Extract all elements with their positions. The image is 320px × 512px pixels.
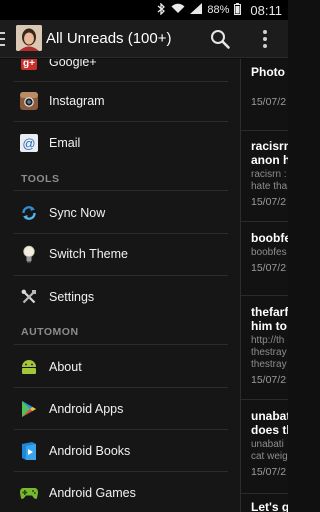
gamepad-icon bbox=[20, 484, 38, 502]
drawer-item-google-plus[interactable]: g+ Google+ bbox=[14, 59, 228, 81]
drawer-item-android-games[interactable]: Android Games bbox=[14, 474, 228, 512]
status-bar: 88% 08:11 bbox=[0, 0, 288, 20]
divider bbox=[14, 471, 228, 472]
article-snippet: http://th bbox=[251, 335, 285, 346]
drawer-toggle-icon[interactable] bbox=[0, 32, 5, 46]
drawer-item-switch-theme[interactable]: Switch Theme bbox=[14, 235, 228, 273]
drawer-item-label: Settings bbox=[49, 290, 95, 304]
clock: 08:11 bbox=[250, 2, 282, 18]
instagram-icon bbox=[20, 92, 38, 110]
tools-icon bbox=[20, 288, 38, 306]
divider bbox=[241, 221, 288, 222]
sync-icon bbox=[20, 204, 38, 222]
article-card[interactable]: racisrn anon h racisrn : hate tha 15/07/… bbox=[251, 139, 288, 208]
article-snippet: hate tha bbox=[251, 181, 288, 192]
overflow-menu-icon[interactable] bbox=[262, 30, 268, 48]
drawer-item-label: Android Apps bbox=[49, 402, 124, 416]
drawer-item-instagram[interactable]: Instagram bbox=[14, 82, 228, 120]
divider bbox=[14, 121, 228, 122]
play-store-icon bbox=[20, 400, 38, 418]
divider bbox=[14, 190, 228, 191]
article-title: does th bbox=[251, 423, 288, 437]
drawer-item-sync-now[interactable]: Sync Now bbox=[14, 194, 228, 232]
divider bbox=[241, 399, 288, 400]
avatar[interactable] bbox=[16, 25, 42, 51]
divider bbox=[241, 295, 288, 296]
divider bbox=[241, 493, 288, 494]
lightbulb-icon bbox=[20, 245, 38, 263]
article-title: boobfe bbox=[251, 231, 288, 245]
article-card[interactable]: Photo 15/07/2 bbox=[251, 65, 288, 108]
drawer-item-label: About bbox=[49, 360, 82, 374]
signal-icon bbox=[190, 3, 203, 17]
drawer-item-about[interactable]: About bbox=[14, 348, 228, 386]
svg-text:g+: g+ bbox=[23, 59, 35, 69]
drawer-item-label: Switch Theme bbox=[49, 247, 128, 261]
article-snippet: thestray bbox=[251, 347, 287, 358]
email-icon: @ bbox=[20, 134, 38, 152]
article-snippet: cat weig bbox=[251, 451, 288, 462]
divider bbox=[14, 233, 228, 234]
article-date: 15/07/2 bbox=[251, 262, 287, 274]
page-title: All Unreads (100+) bbox=[46, 30, 172, 47]
article-card[interactable]: unabat does th unabati cat weig 15/07/2 bbox=[251, 409, 288, 478]
article-date: 15/07/2 bbox=[251, 96, 287, 108]
article-title: Photo bbox=[251, 65, 285, 79]
divider bbox=[14, 344, 228, 345]
drawer-item-label: Sync Now bbox=[49, 206, 106, 220]
google-plus-icon: g+ bbox=[20, 59, 38, 71]
article-date: 15/07/2 bbox=[251, 374, 287, 386]
section-header-tools: TOOLS bbox=[21, 173, 60, 185]
article-card[interactable]: boobfe boobfes 15/07/2 bbox=[251, 231, 288, 274]
bluetooth-icon bbox=[157, 1, 166, 18]
search-icon[interactable] bbox=[209, 28, 231, 50]
article-snippet: racisrn : bbox=[251, 169, 287, 180]
article-snippet: boobfes bbox=[251, 247, 287, 258]
article-title: unabat bbox=[251, 409, 288, 423]
article-title: racisrn bbox=[251, 139, 288, 153]
status-icons: 88% 08:11 bbox=[157, 1, 282, 18]
drawer-item-label: Email bbox=[49, 136, 81, 150]
section-header-automon: AUTOMON bbox=[21, 326, 79, 338]
drawer-item-android-apps[interactable]: Android Apps bbox=[14, 390, 228, 428]
battery-icon bbox=[234, 2, 242, 18]
divider bbox=[14, 429, 228, 430]
drawer-item-label: Instagram bbox=[49, 94, 105, 108]
divider bbox=[241, 130, 288, 131]
article-snippet: thestray bbox=[251, 359, 287, 370]
drawer-item-settings[interactable]: Settings bbox=[14, 278, 228, 316]
article-list: Photo 15/07/2 racisrn anon h racisrn : h… bbox=[240, 59, 288, 512]
article-title: anon h bbox=[251, 153, 288, 167]
divider bbox=[14, 275, 228, 276]
article-card[interactable]: Let's go bbox=[251, 500, 288, 512]
article-title: Let's go bbox=[251, 500, 288, 512]
navigation-drawer: g+ Google+ Instagram @ Email TOOLS Sync … bbox=[0, 59, 240, 512]
article-date: 15/07/2 bbox=[251, 466, 287, 478]
play-books-icon bbox=[20, 442, 38, 460]
article-snippet: unabati bbox=[251, 439, 284, 450]
divider bbox=[14, 387, 228, 388]
battery-percent: 88% bbox=[207, 4, 230, 16]
article-card[interactable]: thefarf him to http://th thestray thestr… bbox=[251, 305, 288, 386]
wifi-icon bbox=[171, 3, 185, 17]
drawer-item-email[interactable]: @ Email bbox=[14, 124, 228, 162]
action-bar: All Unreads (100+) bbox=[0, 20, 288, 58]
drawer-item-label: Android Books bbox=[49, 444, 131, 458]
svg-text:@: @ bbox=[22, 136, 35, 151]
article-title: thefarf bbox=[251, 305, 288, 319]
drawer-item-label: Android Games bbox=[49, 486, 136, 500]
drawer-item-android-books[interactable]: Android Books bbox=[14, 432, 228, 470]
android-icon bbox=[20, 358, 38, 376]
article-date: 15/07/2 bbox=[251, 196, 287, 208]
article-title: him to bbox=[251, 319, 287, 333]
drawer-item-label: Google+ bbox=[49, 59, 97, 69]
